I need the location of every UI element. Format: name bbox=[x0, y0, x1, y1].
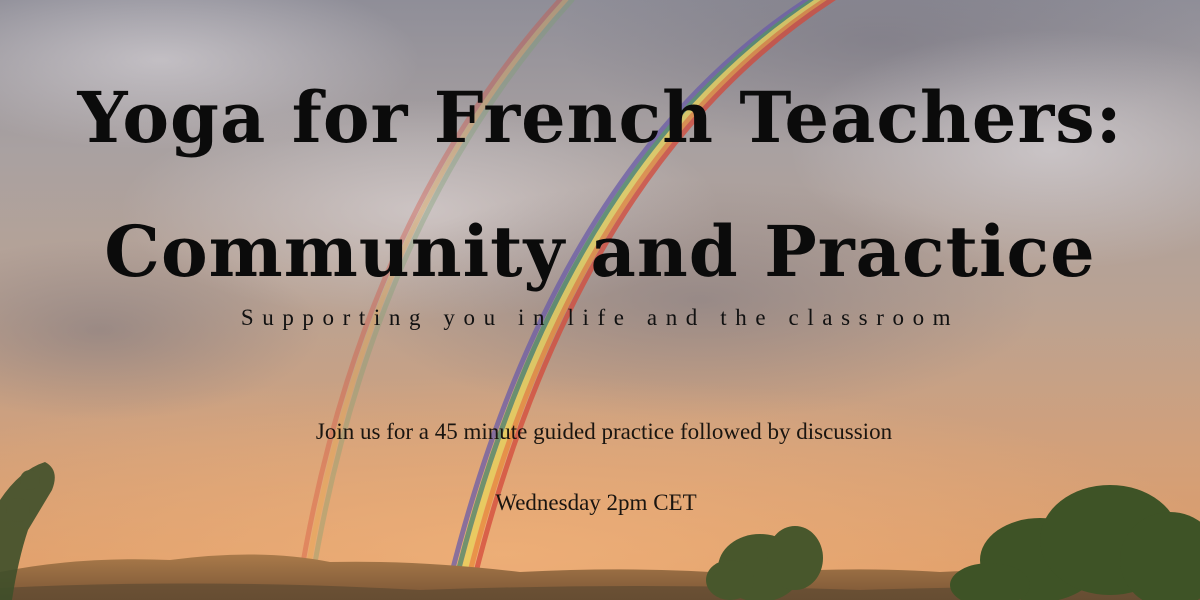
event-schedule: Wednesday 2pm CET bbox=[495, 490, 697, 515]
event-description: Join us for a 45 minute guided practice … bbox=[315, 419, 893, 444]
event-title-line-2: Community and Practice bbox=[104, 210, 1096, 293]
event-subtitle: Supporting you in life and the classroom bbox=[240, 305, 960, 330]
event-title-line-1: Yoga for French Teachers: bbox=[77, 76, 1123, 159]
